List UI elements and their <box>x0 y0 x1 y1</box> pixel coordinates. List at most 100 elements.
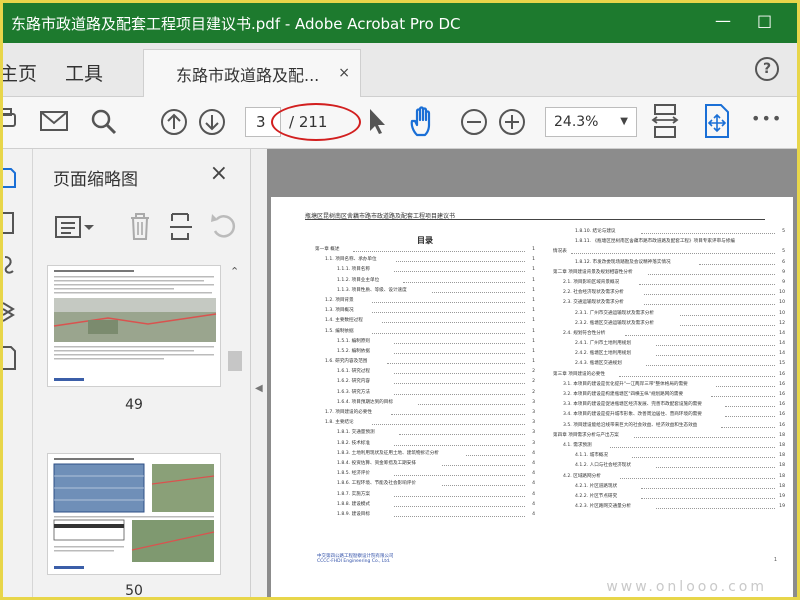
toc-entry[interactable]: 1.8.11. 《瓶塘区昆树南区舍藕市路市政道路及配套工程》项目专家评审与修编 <box>553 237 785 247</box>
close-panel-icon[interactable]: × <box>210 161 228 186</box>
toc-leader-dots <box>619 375 775 377</box>
toc-entry[interactable]: 第三章 项目建设的必要性 16 <box>553 370 785 380</box>
toc-entry[interactable]: 1.1.3. 项目性质、等级、设计速度 1 <box>315 286 535 296</box>
next-page-icon[interactable] <box>197 107 227 137</box>
zoom-level-select[interactable]: 24.3% ▼ <box>545 107 637 137</box>
search-icon[interactable] <box>89 107 119 137</box>
full-screen-icon[interactable] <box>703 103 731 139</box>
toc-entry-page: 2 <box>532 389 535 395</box>
document-tab[interactable]: 东路市政道路及配... × <box>143 49 361 97</box>
layers-icon[interactable] <box>3 299 19 323</box>
toc-entry[interactable]: 4.2. 区域路网分析 18 <box>553 472 785 482</box>
toc-entry[interactable]: 3.5. 项目建设能给沿线带来巨大的社会效益、经济效益和生态效益 16 <box>553 421 785 431</box>
toc-entry[interactable]: 1.8.3. 土地利用现状及征用土地、建筑物拆迁分析 4 <box>315 449 535 459</box>
toc-entry[interactable]: 2.1. 项目影响区域背景概况 9 <box>553 278 785 288</box>
toc-entry[interactable]: 3.3. 本项目的建设是促进瓶塘区经济发展、完善市政配套设施的需要 16 <box>553 400 785 410</box>
toc-entry[interactable]: 1.6.2. 研究内容 2 <box>315 377 535 387</box>
toc-entry[interactable]: 1.8.9. 建设目标 4 <box>315 510 535 520</box>
tools-tab[interactable]: 工具 <box>65 59 103 86</box>
toc-entry[interactable]: 2.3.2. 瓶塘区交通运输现状及需求分析 12 <box>553 319 785 329</box>
toc-entry[interactable]: 4.1. 需求预测 18 <box>553 441 785 451</box>
toc-entry[interactable]: 1.6.1. 研究过程 2 <box>315 367 535 377</box>
toc-entry[interactable]: 2.3.1. 广州市交通运输现状及需求分析 10 <box>553 309 785 319</box>
toc-entry[interactable]: 2.4. 规划符合性分析 14 <box>553 329 785 339</box>
toc-entry[interactable]: 2.4.2. 瓶塘区土地利用规划 14 <box>553 349 785 359</box>
toc-entry[interactable]: 第四章 项目需求分析与产出方案 18 <box>553 431 785 441</box>
extract-page-icon[interactable] <box>169 211 195 241</box>
rotate-page-icon[interactable] <box>209 211 237 241</box>
toc-entry-page: 9 <box>782 269 785 275</box>
page-thumbnail[interactable] <box>47 265 221 387</box>
toc-entry[interactable]: 2.2. 社会经济现状及需求分析 10 <box>553 288 785 298</box>
toc-entry[interactable]: 4.1.1. 城市概况 18 <box>553 451 785 461</box>
scroll-up-icon[interactable]: ⌃ <box>230 265 239 278</box>
thumbnail-options-icon[interactable] <box>55 215 95 239</box>
toc-entry[interactable]: 1.6. 研究内容及范围 1 <box>315 357 535 367</box>
collapse-panel-icon[interactable]: ◀ <box>255 383 263 394</box>
minimize-button[interactable]: — <box>715 11 731 30</box>
toc-entry[interactable]: 4.2.1. 片区道路现状 18 <box>553 482 785 492</box>
toc-entry[interactable]: 1.8.8. 建设模式 4 <box>315 500 535 510</box>
scroll-thumb[interactable] <box>228 351 242 371</box>
toc-entry[interactable]: 1.5. 编制依据 1 <box>315 327 535 337</box>
delete-page-icon[interactable] <box>127 211 153 241</box>
toc-entry[interactable]: 第一章 概述 1 <box>315 245 535 255</box>
print-icon[interactable] <box>3 107 19 135</box>
toc-entry[interactable]: 3.4. 本项目的建设是提升城市形象、改善周边居住、营商环境的需要 16 <box>553 410 785 420</box>
toc-entry[interactable]: 1.1.2. 项目业主单位 1 <box>315 276 535 286</box>
toc-entry[interactable]: 1.8.4. 投资估算、资金筹措及工期安排 4 <box>315 459 535 469</box>
help-icon[interactable]: ? <box>755 57 779 81</box>
zoom-out-icon[interactable] <box>459 107 489 137</box>
page-thumbnail[interactable] <box>47 453 221 575</box>
toc-entry[interactable]: 4.2.3. 片区路网交通量分析 19 <box>553 502 785 512</box>
toc-entry[interactable]: 1.8.7. 实施方案 4 <box>315 490 535 500</box>
hand-tool-icon[interactable] <box>407 105 441 139</box>
toc-entry[interactable]: 2.4.1. 广州市土地利用规划 14 <box>553 339 785 349</box>
zoom-in-icon[interactable] <box>497 107 527 137</box>
home-tab[interactable]: 主页 <box>3 59 37 86</box>
toc-entry[interactable]: 1.8.5. 经济评价 4 <box>315 469 535 479</box>
document-view[interactable]: 瓶塘区昆树南区舍藕市路市政道路及配套工程项目建议书 目录 第一章 概述 1 1.1.… <box>267 149 797 597</box>
toc-entry[interactable]: 第二章 项目建设背景及规划相容性分析 9 <box>553 268 785 278</box>
bookmarks-icon[interactable] <box>3 211 19 235</box>
toc-entry[interactable]: 1.4. 主要数控过程 1 <box>315 316 535 326</box>
toc-entry-page: 14 <box>779 341 785 347</box>
email-icon[interactable] <box>39 109 69 133</box>
toc-entry[interactable]: 2.3. 交通运输现状及需求分析 10 <box>553 298 785 308</box>
toc-entry[interactable]: 1.5.2. 编制依据 1 <box>315 347 535 357</box>
attachments-icon[interactable] <box>3 253 19 277</box>
toc-entry[interactable]: 1.2. 项目背景 1 <box>315 296 535 306</box>
toc-entry[interactable]: 1.6.4. 项目预期达到的目标 3 <box>315 398 535 408</box>
toc-entry-text: 1.6.3. 研究方法 <box>337 389 370 395</box>
toc-entry[interactable]: 1.8.10. 结论与建议 5 <box>553 227 785 237</box>
fit-width-icon[interactable] <box>651 103 681 141</box>
thumbnail-scrollbar[interactable]: ⌃ <box>226 265 244 595</box>
close-tab-icon[interactable]: × <box>338 65 350 81</box>
toc-entry[interactable]: 1.7. 项目建设的必要性 3 <box>315 408 535 418</box>
toc-entry[interactable]: 3.1. 本项目的建设是优化提升"一江两岸三带"整体格局的需要 16 <box>553 380 785 390</box>
previous-page-icon[interactable] <box>159 107 189 137</box>
toc-entry[interactable]: 1.6.3. 研究方法 2 <box>315 388 535 398</box>
select-cursor-icon[interactable] <box>365 107 389 137</box>
toc-entry[interactable]: 1.8.6. 工程环境、节能及社会影响评价 4 <box>315 479 535 489</box>
toc-entry[interactable]: 情况表 5 <box>553 247 785 257</box>
toc-entry[interactable]: 1.3. 项目概况 1 <box>315 306 535 316</box>
toc-entry[interactable]: 1.8.2. 技术标准 3 <box>315 439 535 449</box>
toc-entry[interactable]: 1.1. 项目名称、承办单位 1 <box>315 255 535 265</box>
toc-entry-page: 4 <box>532 481 535 487</box>
toc-entry[interactable]: 4.2.2. 片区节点研究 19 <box>553 492 785 502</box>
page-thumbnails-icon[interactable] <box>3 165 19 189</box>
toc-entry[interactable]: 1.8.1. 交通量预测 3 <box>315 428 535 438</box>
toc-entry[interactable]: 1.5.1. 编制原则 1 <box>315 337 535 347</box>
toc-entry[interactable]: 3.2. 本项目的建设是构建瓶塘区"四横五纵"规划路网的需要 16 <box>553 390 785 400</box>
toc-entry-text: 1.8.8. 建设模式 <box>337 501 370 507</box>
toc-entry[interactable]: 1.8.12. 市发改委现场踏勘及会议精神落实情况 6 <box>553 258 785 268</box>
toc-entry-text: 1.8. 主要结论 <box>325 420 354 426</box>
document-icon[interactable] <box>3 345 19 371</box>
toc-entry[interactable]: 1.8. 主要结论 3 <box>315 418 535 428</box>
toc-entry[interactable]: 4.1.2. 人口与社会经济现状 18 <box>553 461 785 471</box>
more-tools-icon[interactable]: ••• <box>751 109 782 128</box>
toc-entry[interactable]: 2.4.3. 瓶塘区交通规划 15 <box>553 359 785 369</box>
toc-entry[interactable]: 1.1.1. 项目名称 1 <box>315 265 535 275</box>
maximize-button[interactable]: □ <box>757 11 772 30</box>
